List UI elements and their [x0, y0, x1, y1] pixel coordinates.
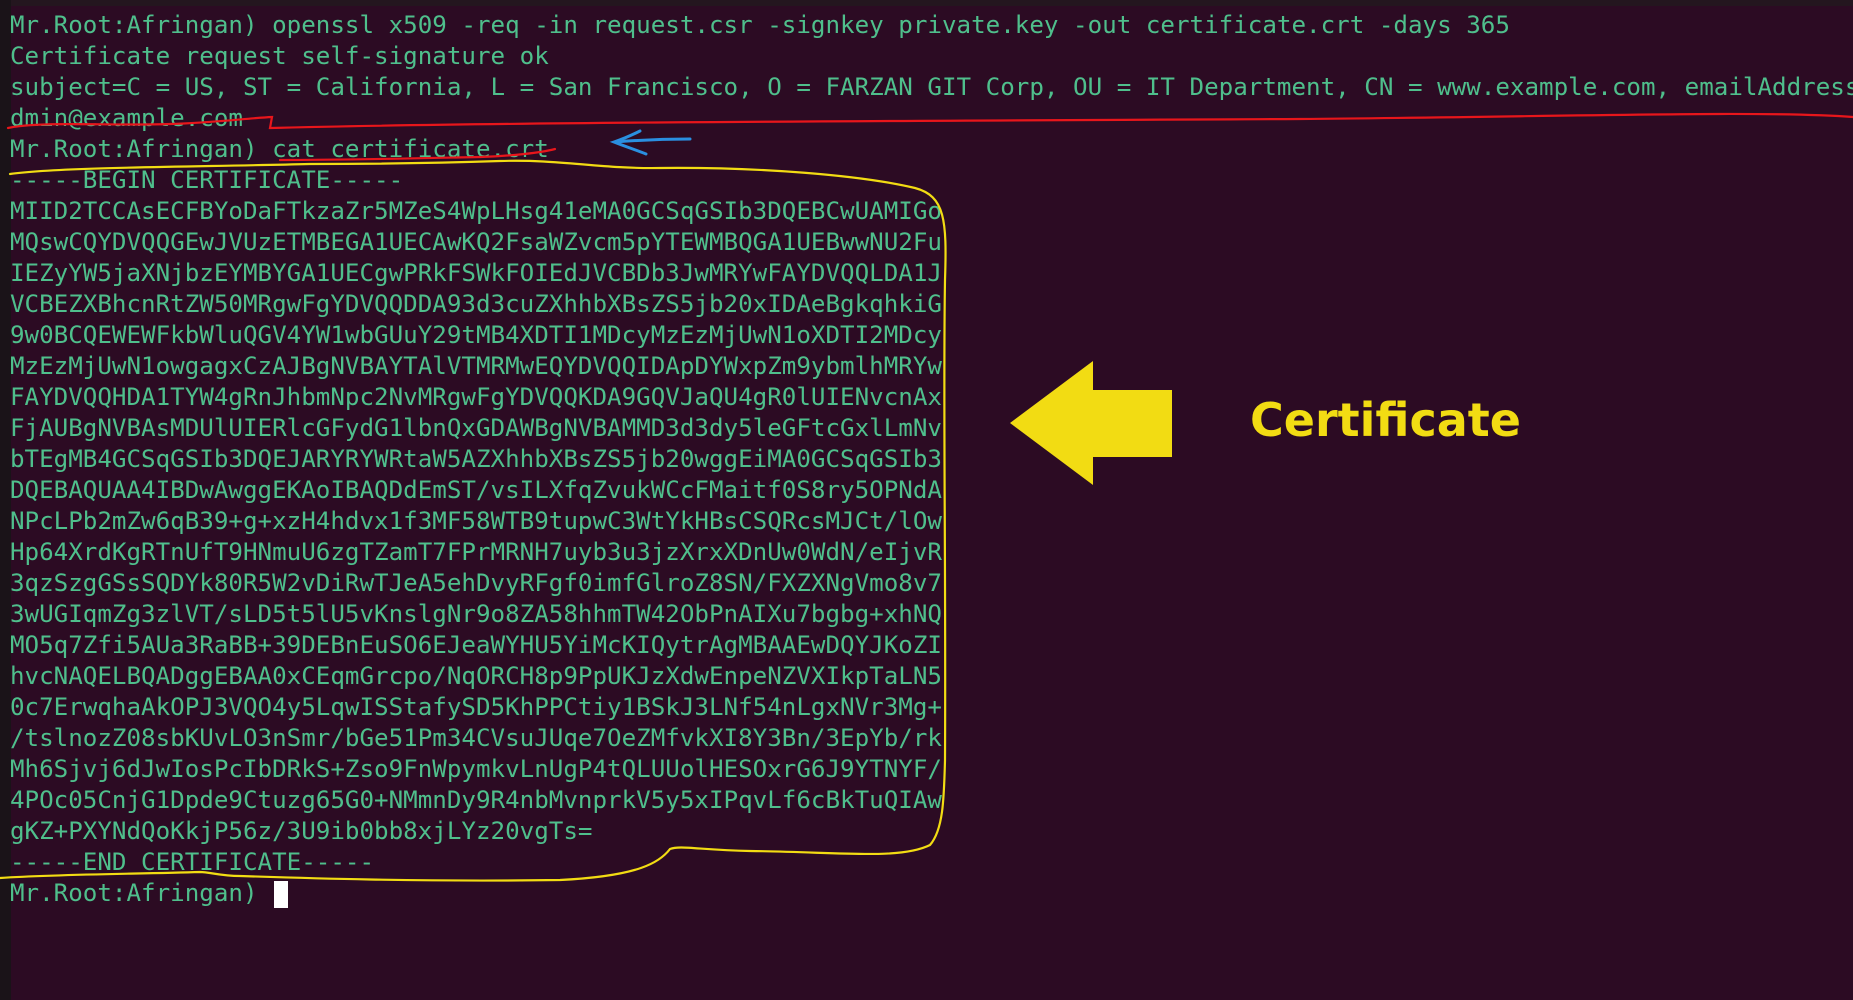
certificate-data-line: MzEzMjUwN1owgagxCzAJBgNVBAYTAlVTMRMwEQYD… — [10, 352, 942, 380]
text-cursor — [274, 880, 289, 908]
terminal-line: dmin@example.com — [10, 104, 243, 132]
certificate-data-line: /tslnozZ08sbKUvLO3nSmr/bGe51Pm34CVsuJUqe… — [10, 724, 942, 752]
certificate-data-line: Hp64XrdKgRTnUfT9HNmuU6zgTZamT7FPrMRNH7uy… — [10, 538, 942, 566]
certificate-data-line: bTEgMB4GCSqGSIb3DQEJARYRYWRtaW5AZXhhbXBs… — [10, 445, 942, 473]
terminal-line: Mr.Root:Afringan) cat certificate.crt — [10, 135, 549, 163]
certificate-data-line: gKZ+PXYNdQoKkjP56z/3U9ib0bb8xjLYz20vgTs= — [10, 817, 593, 845]
certificate-begin-line: -----BEGIN CERTIFICATE----- — [10, 166, 404, 194]
certificate-data-line: MIID2TCCAsECFBYoDaFTkzaZr5MZeS4WpLHsg41e… — [10, 197, 942, 225]
certificate-end-line: -----END CERTIFICATE----- — [10, 848, 375, 876]
terminal-line: Certificate request self-signature ok — [10, 42, 549, 70]
certificate-data-line: 0c7ErwqhaAkOPJ3VQO4y5LqwISStafySD5KhPPCt… — [10, 693, 942, 721]
certificate-data-line: 3qzSzgGSsSQDYk80R5W2vDiRwTJeA5ehDvyRFgf0… — [10, 569, 942, 597]
terminal-line: Mr.Root:Afringan) openssl x509 -req -in … — [10, 11, 1510, 39]
window-top-edge — [0, 0, 1853, 6]
certificate-data-line: 3wUGIqmZg3zlVT/sLD5t5lU5vKnslgNr9o8ZA58h… — [10, 600, 942, 628]
certificate-data-line: IEZyYW5jaXNjbzEYMBYGA1UECgwPRkFSWkFOIEdJ… — [10, 259, 942, 287]
certificate-data-line: 4POc05CnjG1Dpde9Ctuzg65G0+NMmnDy9R4nbMvn… — [10, 786, 942, 814]
certificate-data-line: MQswCQYDVQQGEwJVUzETMBEGA1UECAwKQ2FsaWZv… — [10, 228, 942, 256]
certificate-data-line: VCBEZXBhcnRtZW50MRgwFgYDVQQDDA93d3cuZXhh… — [10, 290, 942, 318]
certificate-data-line: hvcNAQELBQADggEBAA0xCEqmGrcpo/NqORCH8p9P… — [10, 662, 942, 690]
certificate-data-line: MO5q7Zfi5AUa3RaBB+39DEBnEuSO6EJeaWYHU5Yi… — [10, 631, 942, 659]
certificate-data-line: NPcLPb2mZw6qB39+g+xzH4hdvx1f3MF58WTB9tup… — [10, 507, 942, 535]
certificate-data-line: FAYDVQQHDA1TYW4gRnJhbmNpc2NvMRgwFgYDVQQK… — [10, 383, 942, 411]
prompt-text: Mr.Root:Afringan) — [10, 879, 258, 907]
certificate-data-line: DQEBAQUAA4IBDwAwggEKAoIBAQDdEmST/vsILXfq… — [10, 476, 942, 504]
certificate-data-line: Mh6Sjvj6dJwIosPcIbDRkS+Zso9FnWpymkvLnUgP… — [10, 755, 942, 783]
certificate-data-line: FjAUBgNVBAsMDUlUIERlcGFydG1lbnQxGDAWBgNV… — [10, 414, 942, 442]
terminal-window[interactable]: Mr.Root:Afringan) openssl x509 -req -in … — [0, 0, 1853, 1000]
terminal-prompt-line[interactable]: Mr.Root:Afringan) — [10, 878, 289, 909]
terminal-line: subject=C = US, ST = California, L = San… — [10, 73, 1853, 101]
certificate-data-line: 9w0BCQEWEWFkbWluQGV4YW1wbGUuY29tMB4XDTI1… — [10, 321, 942, 349]
certificate-label: Certificate — [1250, 393, 1521, 447]
